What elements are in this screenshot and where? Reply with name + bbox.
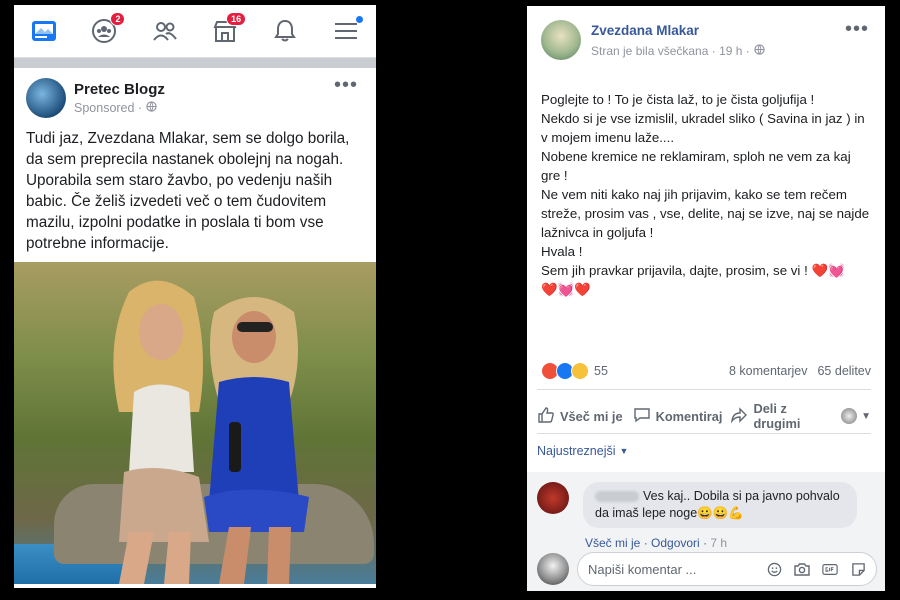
wow-reaction-icon[interactable] — [571, 362, 589, 380]
globe-icon — [146, 101, 157, 115]
comment-like-link[interactable]: Všeč mi je — [585, 536, 640, 550]
divider — [537, 389, 871, 390]
share-label-line2: drugimi — [753, 416, 801, 431]
reaction-as-selector[interactable]: ▼ — [841, 408, 871, 424]
post-actions: Všeč mi je Komentiraj Deli z drugimi ▼ — [537, 398, 871, 434]
engagement-counts: 8 komentarjev 65 delitev — [729, 364, 871, 378]
comments-count[interactable]: 8 komentarjev — [729, 364, 808, 378]
current-user-avatar — [537, 553, 569, 585]
hearts-emoji: ❤️💓 — [811, 263, 845, 278]
groups-icon[interactable] — [150, 16, 180, 46]
post-line: Hvala ! — [541, 244, 583, 259]
ad-author-name[interactable]: Pretec Blogz — [74, 81, 165, 98]
woman-right-figure — [204, 297, 309, 584]
comment-label: Komentiraj — [655, 408, 723, 424]
phone-screenshot: 2 16 Pretec Blogz Sponsored · ••• Tudi j… — [14, 5, 376, 588]
camera-icon[interactable] — [794, 561, 810, 577]
comment-bubble: Ves kaj.. Dobila si pa javno pohvalo da … — [583, 482, 857, 528]
post-body: Poglejte to ! To je čista laž, to je čis… — [527, 60, 885, 299]
ad-photo[interactable] — [14, 262, 376, 584]
share-label-line1: Deli z — [753, 401, 787, 416]
emoji-icon[interactable] — [766, 561, 782, 577]
hearts-emoji-line: ❤️💓❤️ — [541, 282, 591, 297]
sponsored-label: Sponsored · — [74, 101, 143, 115]
comment-button[interactable]: Komentiraj — [633, 406, 723, 427]
like-label: Všeč mi je — [560, 408, 623, 424]
ad-post-text: Tudi jaz, Zvezdana Mlakar, sem se dolgo … — [26, 130, 350, 252]
post-line: Sem jih pravkar prijavila, dajte, prosim… — [541, 261, 871, 280]
thumbs-up-icon — [537, 406, 555, 427]
post-meta-text[interactable]: Stran je bila všečkana · 19 h · — [591, 44, 750, 58]
post-line: Nekdo si je vse izmislil, ukradel sliko … — [541, 111, 865, 145]
gif-icon[interactable] — [822, 561, 838, 577]
comment-input-placeholder: Napiši komentar ... — [588, 561, 697, 577]
like-button[interactable]: Všeč mi je — [537, 406, 623, 427]
post-meta: Stran je bila všečkana · 19 h · — [591, 44, 765, 58]
chevron-down-icon: ▼ — [619, 446, 629, 456]
post-header: Zvezdana Mlakar Stran je bila všečkana ·… — [527, 6, 885, 60]
globe-icon — [754, 43, 765, 58]
comment-input[interactable]: Napiši komentar ... — [577, 552, 877, 586]
ad-post-header: Pretec Blogz Sponsored · ••• — [14, 68, 376, 124]
post-options-icon[interactable]: ••• — [845, 18, 869, 41]
comment-reply-link[interactable]: Odgovori — [651, 536, 700, 550]
ad-options-icon[interactable]: ••• — [334, 74, 358, 97]
redacted-commenter-name — [595, 491, 639, 503]
feed-separator — [14, 58, 376, 68]
divider — [537, 433, 871, 434]
marketplace-icon[interactable]: 16 — [210, 12, 247, 46]
sticker-icon[interactable] — [850, 561, 866, 577]
post-line-text: Sem jih pravkar prijavila, dajte, prosim… — [541, 263, 808, 278]
comment-sort-label: Najustreznejši — [537, 444, 616, 458]
page-avatar[interactable] — [26, 78, 66, 118]
commenter-avatar[interactable] — [537, 482, 569, 514]
phone-nav-bar: 2 16 — [14, 5, 376, 58]
share-label: Deli z drugimi — [753, 401, 800, 431]
menu-notification-dot — [355, 16, 363, 23]
reactions-count[interactable]: 55 — [594, 364, 608, 378]
composer-icons — [766, 561, 866, 577]
comments-section: Ves kaj.. Dobila si pa javno pohvalo da … — [527, 472, 885, 591]
actor-avatar-small — [841, 408, 858, 424]
share-arrow-icon — [730, 406, 748, 427]
chevron-down-icon: ▼ — [861, 410, 871, 422]
facebook-post: Zvezdana Mlakar Stran je bila všečkana ·… — [527, 6, 885, 591]
friend-requests-icon[interactable]: 2 — [89, 12, 126, 46]
post-line: Poglejte to ! To je čista laž, to je čis… — [541, 92, 815, 107]
menu-icon[interactable] — [331, 16, 363, 46]
author-avatar[interactable] — [541, 20, 581, 60]
comment-time: 7 h — [710, 536, 728, 550]
friend-requests-badge: 2 — [110, 12, 126, 26]
comment-bubble-icon — [633, 406, 651, 427]
marketplace-badge: 16 — [226, 12, 247, 26]
comment-meta: Všeč mi je · Odgovori · 7 h — [585, 536, 728, 550]
reactions-summary: 55 8 komentarjev 65 delitev — [541, 360, 871, 382]
comment-item: Ves kaj.. Dobila si pa javno pohvalo da … — [537, 482, 857, 528]
share-button[interactable]: Deli z drugimi — [730, 401, 800, 431]
notifications-bell-icon[interactable] — [270, 16, 300, 46]
post-author-name[interactable]: Zvezdana Mlakar — [591, 23, 765, 38]
post-line: Ne vem niti kako naj jih prijavim, kako … — [541, 187, 870, 240]
news-feed-icon[interactable] — [29, 16, 59, 46]
comment-composer: Napiši komentar ... — [537, 552, 877, 586]
shares-count[interactable]: 65 delitev — [817, 364, 871, 378]
post-line: Nobene kremice ne reklamiram, sploh ne v… — [541, 149, 851, 183]
ad-meta: Sponsored · — [74, 101, 165, 115]
comment-sort-dropdown[interactable]: Najustreznejši ▼ — [537, 444, 628, 458]
